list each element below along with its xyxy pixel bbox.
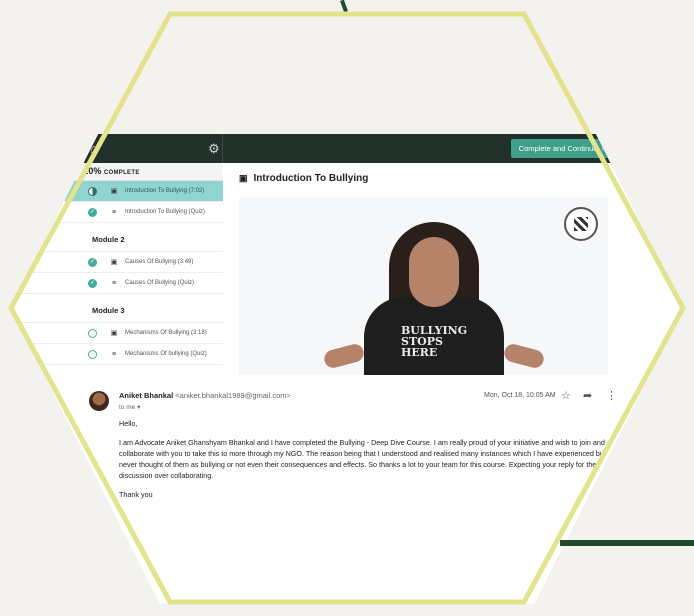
email-message: Aniket Bhankal <aniket.bhankal1989@gmail…: [10, 375, 684, 604]
star-icon[interactable]: ☆: [561, 389, 571, 402]
more-icon[interactable]: ⋮: [606, 389, 617, 402]
lesson-title: Causes Of Bullying (Quiz): [125, 280, 195, 286]
lesson-item-mechanisms-quiz[interactable]: ≡ Mechanisms Of bullying (Quiz): [10, 344, 223, 365]
complete-button-label: Complete and Continue: [518, 144, 598, 153]
avatar[interactable]: [89, 391, 109, 411]
lesson-item-intro-quiz[interactable]: ✓ ≡ Introduction To Bullying (Quiz): [10, 202, 223, 223]
lesson-heading-text: Introduction To Bullying: [253, 173, 369, 184]
lesson-main: ▣ Introduction To Bullying BULLYING STOPS…: [223, 163, 684, 375]
lesson-title: Mechanisms Of Bullying (3:18): [125, 330, 207, 336]
email-signoff: Thank you: [119, 490, 153, 499]
topbar-divider: [222, 134, 223, 163]
status-incomplete-icon: [88, 328, 97, 338]
presenter-hand-left: [322, 342, 366, 370]
status-complete-icon: ✓: [88, 257, 97, 267]
lesson-item-causes-video[interactable]: ✓ ▣ Causes Of Bullying (3:49): [10, 252, 223, 273]
quiz-icon: ≡: [111, 350, 117, 358]
chevron-right-icon: ›: [601, 144, 605, 153]
recipient-label: to me: [119, 404, 136, 411]
video-player[interactable]: BULLYING STOPS HERE: [239, 197, 608, 375]
module-heading: Module 3: [10, 294, 223, 323]
video-icon: ▣: [239, 173, 248, 183]
lesson-heading: ▣ Introduction To Bullying: [239, 173, 368, 184]
lesson-title: Mechanisms Of bullying (Quiz): [125, 351, 207, 357]
shirt-line: HERE: [401, 346, 438, 359]
quiz-icon: ≡: [111, 208, 117, 216]
status-incomplete-icon: [88, 349, 97, 359]
recipient-dropdown[interactable]: to me ▾: [119, 403, 140, 411]
presenter-hand-right: [502, 342, 546, 370]
school-logo: [564, 207, 598, 241]
lesson-title: Introduction To Bullying (Quiz): [125, 209, 205, 215]
email-body: I am Advocate Aniket Ghanshyam Bhankal a…: [119, 438, 606, 480]
lesson-item-intro-video[interactable]: ▣ Introduction To Bullying (7:02): [10, 181, 223, 202]
email-date: Mon, Oct 18, 10:05 AM: [484, 392, 556, 399]
video-icon: ▣: [110, 188, 118, 195]
complete-and-continue-button[interactable]: Complete and Continue ›: [510, 139, 612, 158]
progress-header: 20% COMPLETE: [10, 163, 223, 181]
lesson-title: Introduction To Bullying (7:02): [125, 188, 205, 194]
video-icon: ▣: [110, 259, 118, 266]
sender-name[interactable]: Aniket Bhankal: [119, 391, 173, 400]
gear-icon[interactable]: ⚙: [208, 141, 220, 157]
screenshot-collage: ⌂ ⚙ Complete and Continue › 20% COMPLETE …: [10, 12, 684, 604]
presenter-face: [409, 237, 459, 307]
sender-line: Aniket Bhankal <aniket.bhankal1989@gmail…: [119, 391, 291, 400]
lesson-item-causes-quiz[interactable]: ✓ ≡ Causes Of Bullying (Quiz): [10, 273, 223, 294]
email-greeting: Hello,: [119, 419, 138, 428]
status-complete-icon: ✓: [88, 207, 97, 217]
status-complete-icon: ✓: [88, 278, 97, 288]
quiz-icon: ≡: [111, 279, 117, 287]
progress-percent: 20%: [83, 166, 102, 176]
lesson-item-mechanisms-video[interactable]: ▣ Mechanisms Of Bullying (3:18): [10, 323, 223, 344]
sender-email: <aniket.bhankal1989@gmail.com>: [175, 391, 291, 400]
chevron-down-icon: ▾: [137, 404, 141, 411]
decor-line-top: [340, 0, 348, 13]
video-icon: ▣: [110, 330, 118, 337]
course-topbar: ⌂ ⚙ Complete and Continue ›: [10, 134, 684, 163]
decor-line-bottom: [560, 540, 694, 546]
lesson-title: Causes Of Bullying (3:49): [125, 259, 194, 265]
course-sidebar: 20% COMPLETE ▣ Introduction To Bullying …: [10, 163, 224, 394]
progress-label: COMPLETE: [103, 170, 140, 176]
module-heading: Module 2: [10, 223, 223, 252]
shirt-text: BULLYING STOPS HERE: [401, 325, 467, 358]
status-in-progress-icon: [88, 186, 97, 196]
reply-icon[interactable]: ➦: [583, 389, 592, 402]
home-icon[interactable]: ⌂: [90, 141, 98, 156]
